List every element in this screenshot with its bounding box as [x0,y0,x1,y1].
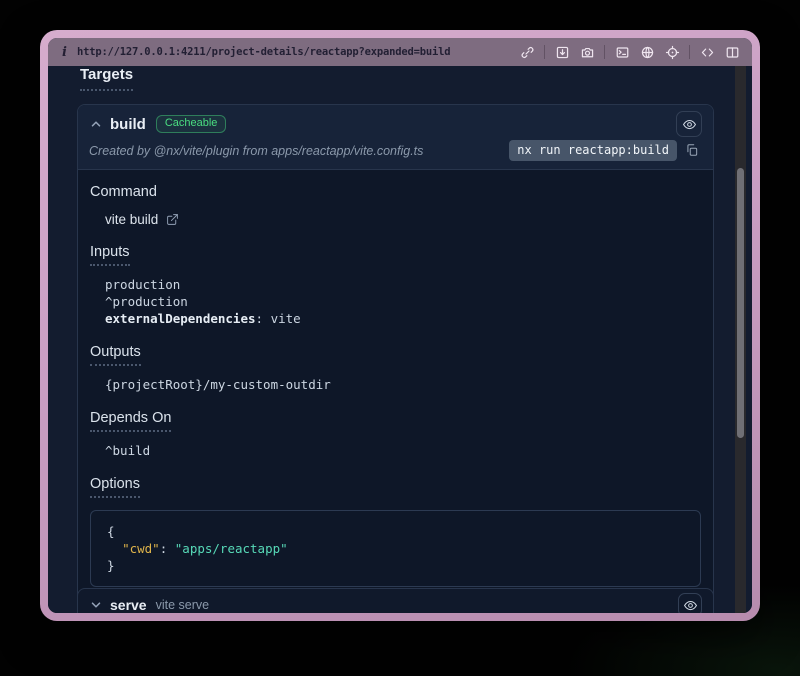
targets-heading: Targets [80,66,133,91]
split-view-icon[interactable] [724,44,740,60]
json-string-value: "apps/reactapp" [175,541,288,556]
chevron-up-icon[interactable] [89,117,103,131]
view-graph-button[interactable] [678,593,702,613]
browser-toolbar: i http://127.0.0.1:4211/project-details/… [48,38,752,66]
globe-icon[interactable] [639,44,655,60]
serve-card-header[interactable]: serve vite serve [78,589,713,613]
info-icon: i [62,45,67,60]
command-heading: Command [90,184,701,200]
outputs-list: {projectRoot}/my-custom-outdir [105,376,701,393]
scrollbar-track[interactable] [735,66,746,613]
toolbar-separator [689,45,690,59]
json-key: "cwd" [122,541,160,556]
embedded-browser: i http://127.0.0.1:4211/project-details/… [48,38,752,613]
page-viewport: Targets build Cacheable [48,66,752,613]
input-named-value: : vite [256,311,301,326]
outputs-heading[interactable]: Outputs [90,344,141,366]
eye-icon [683,598,698,613]
target-name: serve [110,597,147,613]
created-by-text: Created by @nx/vite/plugin from apps/rea… [89,144,423,158]
inputs-list: production ^production externalDependenc… [105,276,701,327]
target-card-serve: serve vite serve [77,588,714,613]
camera-icon[interactable] [579,44,595,60]
terminal-icon[interactable] [614,44,630,60]
code-line: { [107,523,684,540]
toolbar-separator [604,45,605,59]
link-icon[interactable] [519,44,535,60]
eye-icon [682,117,697,132]
download-icon[interactable] [554,44,570,60]
inputs-heading[interactable]: Inputs [90,244,130,266]
depends-on-list: ^build [105,442,701,459]
cacheable-badge: Cacheable [156,115,227,133]
target-card-build: build Cacheable Created by @nx/vite/plug… [77,104,714,608]
project-details-content: Targets build Cacheable [77,66,714,608]
view-graph-button[interactable] [676,111,702,137]
input-item: externalDependencies: vite [105,310,701,327]
copy-icon[interactable] [685,143,700,158]
input-item: ^production [105,293,701,310]
command-value: vite build [105,212,158,227]
code-icon[interactable] [699,44,715,60]
toolbar-separator [544,45,545,59]
json-colon: : [160,541,175,556]
code-line: } [107,557,684,574]
inspect-target-icon[interactable] [664,44,680,60]
chevron-down-icon[interactable] [89,598,103,612]
depends-on-item: ^build [105,442,701,459]
options-code-block: { "cwd": "apps/reactapp" } [90,510,701,587]
options-heading[interactable]: Options [90,476,140,498]
address-bar[interactable]: http://127.0.0.1:4211/project-details/re… [77,46,450,58]
toolbar-icon-group [519,44,740,60]
input-item: production [105,276,701,293]
depends-on-heading[interactable]: Depends On [90,410,171,432]
target-subtitle: vite serve [156,598,210,612]
external-link-icon[interactable] [166,213,180,227]
build-card-header: build Cacheable Created by @nx/vite/plug… [78,105,713,170]
target-name: build [110,116,146,133]
run-command-chip: nx run reactapp:build [509,140,677,161]
app-window-frame: i http://127.0.0.1:4211/project-details/… [40,30,760,621]
output-item: {projectRoot}/my-custom-outdir [105,376,701,393]
scrollbar-thumb[interactable] [737,168,744,438]
build-card-body: Command vite build Inputs production ^pr… [78,170,713,607]
input-named-key: externalDependencies [105,311,256,326]
code-line: "cwd": "apps/reactapp" [107,540,684,557]
